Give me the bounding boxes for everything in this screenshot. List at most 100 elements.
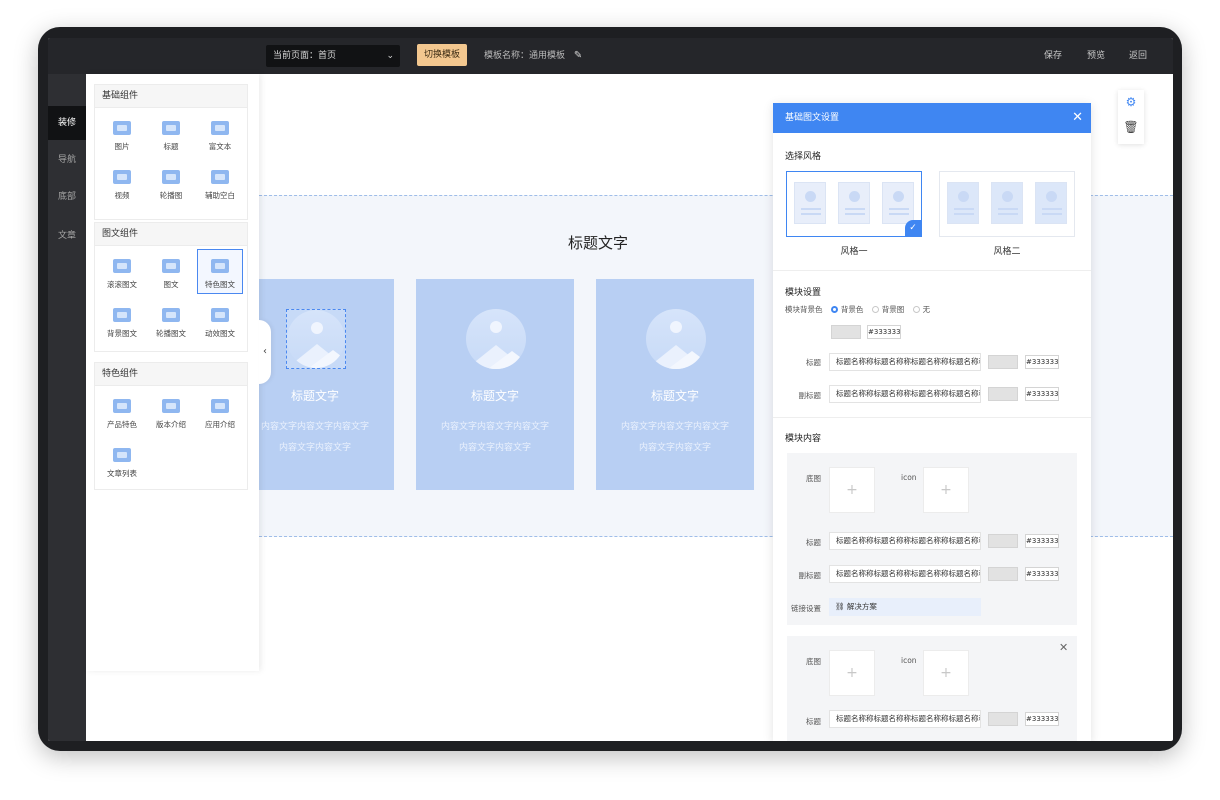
item-subtitle-label: 副标题 xyxy=(798,571,822,580)
module-content-label: 模块内容 xyxy=(785,434,822,444)
link-input[interactable]: ⛓ 解决方案 xyxy=(829,598,981,616)
item-title-label: 标题 xyxy=(806,538,821,547)
carousel-icon xyxy=(162,170,180,184)
preview-button[interactable]: 预览 xyxy=(1087,45,1105,67)
component-carousel-image-text[interactable]: 轮播图文 xyxy=(148,298,194,343)
feature-card[interactable]: 标题文字 内容文字内容文字内容文字 内容文字内容文字 xyxy=(236,279,394,490)
component-label: 应用介绍 xyxy=(205,420,235,429)
upload-bottom-image[interactable]: + xyxy=(829,650,875,696)
settings-title: 基础图文设置 xyxy=(785,113,840,123)
collapse-panel-button[interactable]: ‹ xyxy=(259,320,271,384)
component-group-featured: 特色组件 产品特色 版本介绍 应用介绍 文章列表 xyxy=(94,362,248,490)
delete-trash-icon[interactable]: 🗑 xyxy=(1118,120,1144,134)
bg-color-hex[interactable]: #333333 xyxy=(867,325,901,339)
settings-panel: 基础图文设置 ✕ 选择风格 ✓ 风格一 风格二 模块设置 模块背景色 背景色 背… xyxy=(773,103,1091,741)
save-button[interactable]: 保存 xyxy=(1044,45,1062,67)
chevron-down-icon: ⌄ xyxy=(386,51,394,61)
component-panel: 基础组件 图片 标题 富文本 视频 轮播图 辅助空白 图文组件 滚滚图文 图文 … xyxy=(86,74,259,671)
upload-icon[interactable]: + xyxy=(923,467,969,513)
remove-item-close-icon[interactable]: ✕ xyxy=(1059,641,1068,654)
component-label: 轮播图 xyxy=(159,191,183,200)
component-version-intro[interactable]: 版本介绍 xyxy=(148,389,194,434)
plus-icon: + xyxy=(846,482,858,498)
bottom-image-label: 底图 xyxy=(806,657,821,666)
plus-icon: + xyxy=(940,482,952,498)
edit-pencil-icon[interactable]: ✎ xyxy=(574,50,582,61)
background-radio-group: 模块背景色 背景色 背景图 无 xyxy=(785,304,930,315)
component-heading[interactable]: 标题 xyxy=(148,111,194,156)
title-color-swatch[interactable] xyxy=(988,355,1018,369)
app-icon xyxy=(211,399,229,413)
icon-label: icon xyxy=(901,473,917,482)
upload-icon[interactable]: + xyxy=(923,650,969,696)
component-image[interactable]: 图片 xyxy=(99,111,145,156)
component-background-image-text[interactable]: 背景图文 xyxy=(99,298,145,343)
item-subtitle-color-hex[interactable]: #333333 xyxy=(1025,567,1059,581)
component-label: 轮播图文 xyxy=(156,329,186,338)
item-title-color-hex[interactable]: #333333 xyxy=(1025,712,1059,726)
content-item: 底图 + icon + 标题 标题名称称标题名称称标题名称称标题名称称 #333… xyxy=(787,453,1077,625)
item-title-color-swatch[interactable] xyxy=(988,534,1018,548)
subtitle-input[interactable]: 标题名称称标题名称称标题名称称标题名称称 xyxy=(829,385,981,403)
style-option-two[interactable] xyxy=(939,171,1075,237)
style-option-one[interactable]: ✓ xyxy=(786,171,922,237)
subtitle-label: 副标题 xyxy=(798,391,822,400)
feature-card[interactable]: 标题文字 内容文字内容文字内容文字 内容文字内容文字 xyxy=(596,279,754,490)
component-spacer[interactable]: 辅助空白 xyxy=(197,160,243,205)
richtext-icon xyxy=(211,121,229,135)
title-color-hex[interactable]: #333333 xyxy=(1025,355,1059,369)
switch-template-button[interactable]: 切换模板 xyxy=(417,44,467,66)
item-title-label: 标题 xyxy=(806,717,821,726)
plus-icon: + xyxy=(846,665,858,681)
component-video[interactable]: 视频 xyxy=(99,160,145,205)
component-label: 标题 xyxy=(163,142,179,151)
component-scroll-image-text[interactable]: 滚滚图文 xyxy=(99,249,145,294)
component-animated-image-text[interactable]: 动效图文 xyxy=(197,298,243,343)
subtitle-color-swatch[interactable] xyxy=(988,387,1018,401)
feature-card[interactable]: 标题文字 内容文字内容文字内容文字 内容文字内容文字 xyxy=(416,279,574,490)
item-title-color-hex[interactable]: #333333 xyxy=(1025,534,1059,548)
component-carousel[interactable]: 轮播图 xyxy=(148,160,194,205)
component-app-intro[interactable]: 应用介绍 xyxy=(197,389,243,434)
radio-bg-image[interactable] xyxy=(871,306,879,313)
item-title-input[interactable]: 标题名称称标题名称称标题名称称标题名称称 xyxy=(829,710,981,728)
bg-color-swatch[interactable] xyxy=(831,325,861,339)
item-subtitle-color-swatch[interactable] xyxy=(988,567,1018,581)
section-title[interactable]: 标题文字 xyxy=(518,232,678,253)
settings-gear-icon[interactable]: ⚙ xyxy=(1118,95,1144,109)
radio-label: 背景色 xyxy=(840,305,864,314)
component-product-feature[interactable]: 产品特色 xyxy=(99,389,145,434)
upload-bottom-image[interactable]: + xyxy=(829,467,875,513)
subtitle-color-hex[interactable]: #333333 xyxy=(1025,387,1059,401)
back-button[interactable]: 返回 xyxy=(1129,45,1147,67)
radio-bg-color[interactable] xyxy=(830,306,838,313)
style-one-caption: 风格一 xyxy=(840,247,868,257)
page-select[interactable]: 当前页面：首页 ⌄ xyxy=(266,45,400,67)
component-article-list[interactable]: 文章列表 xyxy=(99,438,145,483)
title-input[interactable]: 标题名称称标题名称称标题名称称标题名称称 xyxy=(829,353,981,371)
background-image-text-icon xyxy=(113,308,131,322)
group-title: 基础组件 xyxy=(95,85,247,108)
card-image-selected[interactable] xyxy=(286,309,346,369)
link-value: 解决方案 xyxy=(846,602,877,611)
item-title-color-swatch[interactable] xyxy=(988,712,1018,726)
item-title-input[interactable]: 标题名称称标题名称称标题名称称标题名称称 xyxy=(829,532,981,550)
nav-item-footer[interactable]: 底部 xyxy=(48,180,86,214)
component-image-text[interactable]: 图文 xyxy=(148,249,194,294)
radio-none[interactable] xyxy=(912,306,920,313)
component-group-basic: 基础组件 图片 标题 富文本 视频 轮播图 辅助空白 xyxy=(94,84,248,220)
component-label: 产品特色 xyxy=(107,420,137,429)
nav-item-decorate[interactable]: 装修 xyxy=(48,106,86,140)
component-label: 滚滚图文 xyxy=(107,280,137,289)
star-icon xyxy=(113,399,131,413)
component-feature-image-text[interactable]: 特色图文 xyxy=(197,249,243,294)
nav-item-article[interactable]: 文章 xyxy=(48,219,86,253)
component-label: 视频 xyxy=(114,191,130,200)
nav-item-navigation[interactable]: 导航 xyxy=(48,143,86,177)
component-richtext[interactable]: 富文本 xyxy=(197,111,243,156)
component-label: 版本介绍 xyxy=(156,420,186,429)
version-icon xyxy=(162,399,180,413)
chevron-left-icon: ‹ xyxy=(263,346,267,357)
item-subtitle-input[interactable]: 标题名称称标题名称称标题名称称标题名称称 xyxy=(829,565,981,583)
close-icon[interactable]: ✕ xyxy=(1072,103,1083,133)
